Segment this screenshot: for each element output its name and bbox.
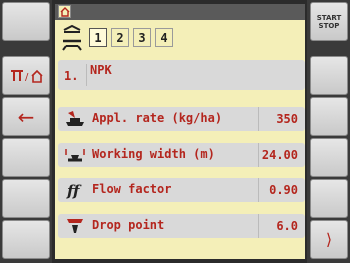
softkey-machine-home[interactable]: / xyxy=(2,56,50,95)
softkey-left-4[interactable] xyxy=(2,138,50,177)
softkey-left-5[interactable] xyxy=(2,179,50,218)
divider xyxy=(86,64,87,86)
product-row[interactable]: 1. NPK xyxy=(58,60,305,90)
svg-text:ff: ff xyxy=(66,182,82,199)
tab-2[interactable]: 2 xyxy=(111,28,129,47)
softkey-left-1[interactable] xyxy=(2,2,50,41)
working-width-row[interactable]: Working width (m) 24.00 xyxy=(58,143,305,167)
drop-point-icon xyxy=(67,219,83,233)
softkey-right-5[interactable] xyxy=(310,179,348,218)
softkey-left-6[interactable] xyxy=(2,220,50,259)
tab-bar: 1 2 3 4 xyxy=(55,22,305,56)
appl-rate-label: Appl. rate (kg/ha) xyxy=(92,111,223,125)
softkey-right-3[interactable] xyxy=(310,97,348,136)
appl-rate-value[interactable]: 350 xyxy=(258,107,302,131)
start-stop-button[interactable]: START STOP xyxy=(310,2,348,41)
drop-point-row[interactable]: Drop point 6.0 xyxy=(58,214,305,238)
tools-icon xyxy=(62,24,82,51)
back-button[interactable]: ← xyxy=(2,97,50,136)
working-width-value[interactable]: 24.00 xyxy=(258,143,302,167)
top-bar xyxy=(55,4,305,20)
tab-1[interactable]: 1 xyxy=(89,28,107,47)
machine-home-icon: / xyxy=(11,69,43,83)
tab-4[interactable]: 4 xyxy=(155,28,173,47)
working-width-label: Working width (m) xyxy=(92,147,215,161)
product-index: 1. xyxy=(64,69,79,83)
width-icon xyxy=(65,149,85,162)
home-button[interactable] xyxy=(58,5,71,18)
tab-3[interactable]: 3 xyxy=(133,28,151,47)
start-stop-label: START STOP xyxy=(316,13,342,30)
next-button[interactable]: ⟩ xyxy=(310,220,348,259)
chevron-right-icon: ⟩ xyxy=(325,230,333,249)
softkey-right-2[interactable] xyxy=(310,56,348,95)
appl-rate-row[interactable]: Appl. rate (kg/ha) 350 xyxy=(58,107,305,131)
ff-icon: ff xyxy=(66,182,82,199)
flow-factor-value[interactable]: 0.90 xyxy=(258,178,302,202)
svg-text:/: / xyxy=(25,72,29,83)
right-softkey-column: START STOP ⟩ xyxy=(307,0,350,263)
flow-factor-row[interactable]: ff Flow factor 0.90 xyxy=(58,178,305,202)
home-icon xyxy=(60,6,69,17)
back-icon: ← xyxy=(17,104,35,129)
left-softkey-column: / ← xyxy=(0,0,52,263)
drop-point-value[interactable]: 6.0 xyxy=(258,214,302,238)
main-screen: 1 2 3 4 1. NPK Appl. rate (kg/ha) 350 Wo… xyxy=(55,4,305,259)
softkey-right-4[interactable] xyxy=(310,138,348,177)
flow-factor-label: Flow factor xyxy=(92,182,172,196)
product-name: NPK xyxy=(90,63,112,77)
spreader-icon xyxy=(66,111,84,126)
drop-point-label: Drop point xyxy=(92,218,165,232)
